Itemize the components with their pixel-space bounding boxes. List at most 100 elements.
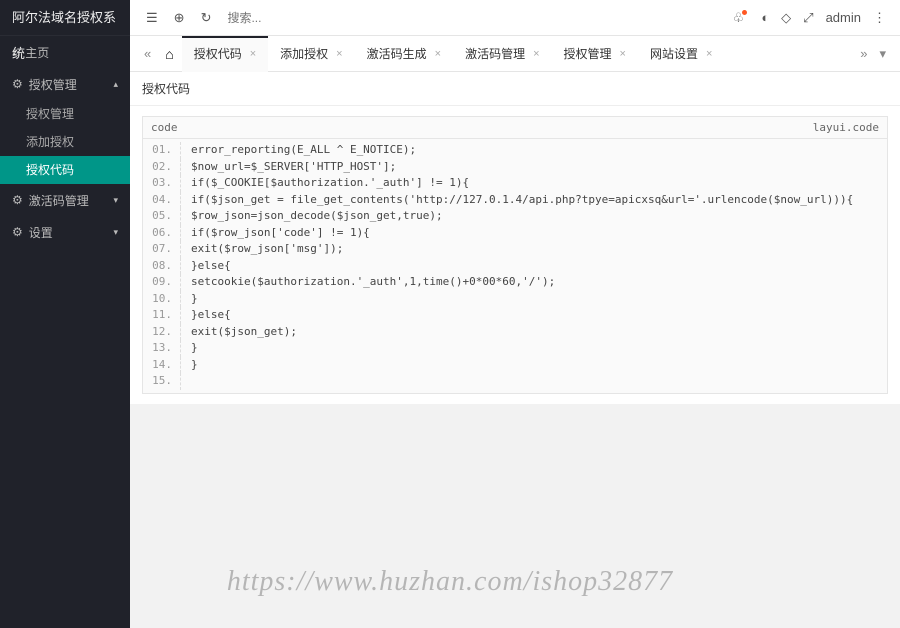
tabs-next[interactable]: » (854, 46, 873, 61)
more-menu[interactable]: ⋮ (867, 10, 892, 26)
tabs-dropdown[interactable]: ▾ (873, 46, 892, 62)
more-icon: ⋮ (873, 10, 886, 26)
line-number: 12. (143, 324, 181, 341)
tab-home[interactable]: ⌂ (157, 46, 181, 62)
nav-sub-auth-mgmt[interactable]: 授权管理 (0, 100, 130, 128)
tab-label: 激活码管理 (465, 45, 525, 62)
notification-badge (742, 10, 747, 15)
tab-2[interactable]: 激活码生成× (355, 36, 453, 72)
tag-icon: ◇ (781, 10, 791, 26)
tab-1[interactable]: 添加授权 × (268, 36, 354, 72)
line-number: 14. (143, 357, 181, 374)
tab-label: 网站设置 (650, 45, 698, 62)
line-number: 10. (143, 291, 181, 308)
menu-icon: ☰ (146, 10, 158, 26)
tab-3[interactable]: 激活码管理 × (453, 36, 551, 72)
line-number: 09. (143, 274, 181, 291)
refresh-button[interactable]: ↻ (193, 10, 220, 26)
tags-button[interactable]: ◇ (775, 10, 797, 26)
globe-icon: ⊕ (174, 10, 185, 26)
line-text: if($row_json['code'] != 1){ (181, 225, 370, 242)
close-icon[interactable]: × (435, 48, 441, 60)
nav-settings[interactable]: ⚙ 设置 ▾ (0, 216, 130, 248)
card-title: 授权代码 (130, 72, 900, 106)
line-number: 03. (143, 175, 181, 192)
close-icon[interactable]: × (533, 48, 539, 60)
code-title-left: code (151, 121, 178, 134)
close-icon[interactable]: × (336, 48, 342, 60)
fullscreen-icon: ⤢ (803, 10, 813, 26)
code-line: 10.} (143, 291, 887, 308)
line-number: 11. (143, 307, 181, 324)
fullscreen-button[interactable]: ⤢ (797, 10, 819, 26)
line-text: } (181, 291, 198, 308)
sidebar-toggle[interactable]: ☰ (138, 10, 166, 26)
search-input[interactable] (227, 11, 307, 25)
nav-sub-add-auth[interactable]: 添加授权 (0, 128, 130, 156)
line-text: $now_url=$_SERVER['HTTP_HOST']; (181, 159, 396, 176)
tab-label: 授权管理 (564, 45, 612, 62)
globe-link[interactable]: ⊕ (166, 10, 193, 26)
code-block: code layui.code 01.error_reporting(E_ALL… (142, 116, 888, 394)
tab-5[interactable]: 网站设置 × (638, 36, 724, 72)
close-icon[interactable]: × (620, 48, 626, 60)
message-icon: ◐ (761, 10, 769, 25)
code-line: 04.if($json_get = file_get_contents('htt… (143, 192, 887, 209)
code-line: 08.}else{ (143, 258, 887, 275)
line-number: 06. (143, 225, 181, 242)
code-line: 11.}else{ (143, 307, 887, 324)
gear-icon: ⚙ (12, 193, 23, 207)
code-title-right: layui.code (813, 121, 879, 134)
line-text: exit($json_get); (181, 324, 297, 341)
tabs-bar: « ⌂ 授权代码×添加授权×激活码生成×激活码管理×授权管理×网站设置× » ▾ (130, 36, 900, 72)
code-line: 12.exit($json_get); (143, 324, 887, 341)
nav-settings-label: 设置 (29, 224, 53, 241)
code-line: 13.} (143, 340, 887, 357)
gear-icon: ⚙ (12, 225, 23, 239)
code-line: 03.if($_COOKIE[$authorization.'_auth'] !… (143, 175, 887, 192)
line-text: if($_COOKIE[$authorization.'_auth'] != 1… (181, 175, 469, 192)
line-text: setcookie($authorization.'_auth',1,time(… (181, 274, 555, 291)
code-line: 02.$now_url=$_SERVER['HTTP_HOST']; (143, 159, 887, 176)
line-text: }else{ (181, 307, 231, 324)
gear-icon: ⚙ (12, 77, 23, 91)
nav-auth-mgmt[interactable]: ⚙ 授权管理 ▴ (0, 68, 130, 100)
line-text: } (181, 357, 198, 374)
nav-home-label: 主页 (25, 44, 49, 61)
nav-auth-mgmt-label: 授权管理 (29, 76, 77, 93)
caret-up-icon: ▴ (113, 79, 118, 90)
code-line: 14.} (143, 357, 887, 374)
code-line: 09.setcookie($authorization.'_auth',1,ti… (143, 274, 887, 291)
nav-activate-mgmt[interactable]: ⚙ 激活码管理 ▾ (0, 184, 130, 216)
tab-label: 授权代码 (194, 45, 242, 62)
line-text: }else{ (181, 258, 231, 275)
caret-down-icon: ▾ (113, 195, 118, 206)
notifications-button[interactable]: ♧ (727, 10, 756, 26)
tab-label: 添加授权 (280, 45, 328, 62)
line-number: 01. (143, 142, 181, 159)
tab-0[interactable]: 授权代码 × (182, 36, 268, 72)
caret-down-icon: ▾ (113, 227, 118, 238)
user-menu[interactable]: admin (820, 10, 867, 25)
close-icon[interactable]: × (250, 48, 256, 60)
line-number: 05. (143, 208, 181, 225)
code-line: 05.$row_json=json_decode($json_get,true)… (143, 208, 887, 225)
line-number: 04. (143, 192, 181, 209)
line-number: 02. (143, 159, 181, 176)
user-label: admin (826, 10, 861, 25)
line-text: error_reporting(E_ALL ^ E_NOTICE); (181, 142, 416, 159)
home-icon: ⌂ (12, 45, 19, 59)
code-line: 07.exit($row_json['msg']); (143, 241, 887, 258)
code-line: 15. (143, 373, 887, 390)
tabs-prev[interactable]: « (138, 46, 157, 61)
line-number: 08. (143, 258, 181, 275)
line-text: exit($row_json['msg']); (181, 241, 343, 258)
close-icon[interactable]: × (706, 48, 712, 60)
tab-4[interactable]: 授权管理 × (552, 36, 638, 72)
messages-button[interactable]: ◐ (755, 10, 775, 25)
line-text (181, 373, 191, 390)
line-text: } (181, 340, 198, 357)
line-text: if($json_get = file_get_contents('http:/… (181, 192, 853, 209)
nav-sub-auth-code[interactable]: 授权代码 (0, 156, 130, 184)
line-number: 13. (143, 340, 181, 357)
